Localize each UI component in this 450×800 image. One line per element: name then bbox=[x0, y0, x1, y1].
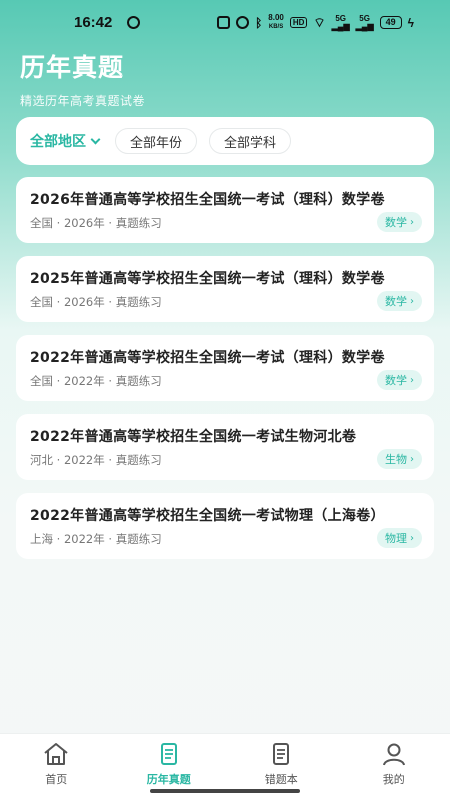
subject-tag-label: 数学 bbox=[385, 295, 407, 308]
paper-title: 2022年普通高等学校招生全国统一考试物理（上海卷） bbox=[30, 508, 385, 524]
filter-year[interactable]: 全部年份 bbox=[115, 128, 198, 154]
subject-tag[interactable]: 数学 › bbox=[377, 291, 422, 311]
paper-meta: 河北 · 2022年 · 真题练习 bbox=[30, 453, 162, 467]
paper-meta: 全国 · 2026年 · 真题练习 bbox=[30, 216, 162, 230]
paper-title: 2026年普通高等学校招生全国统一考试（理科）数学卷 bbox=[30, 192, 385, 208]
page-title: 历年真题 bbox=[20, 53, 125, 82]
bluetooth-icon: ᛒ bbox=[255, 15, 263, 30]
page-header: 历年真题 精选历年高考真题试卷 bbox=[20, 48, 145, 109]
signal-1-label: 5G bbox=[335, 13, 346, 23]
paper-list: 2026年普通高等学校招生全国统一考试（理科）数学卷 全国 · 2026年 · … bbox=[16, 177, 434, 572]
paper-title: 2025年普通高等学校招生全国统一考试（理科）数学卷 bbox=[30, 271, 385, 287]
hd-badge: HD bbox=[289, 17, 308, 28]
battery-level: 49 bbox=[385, 17, 396, 27]
paper-card[interactable]: 2022年普通高等学校招生全国统一考试物理（上海卷） 上海 · 2022年 · … bbox=[16, 493, 434, 559]
filter-bar: 全部地区 全部年份 全部学科 bbox=[16, 117, 434, 165]
subject-tag-label: 数学 bbox=[385, 374, 407, 387]
paper-title: 2022年普通高等学校招生全国统一考试（理科）数学卷 bbox=[30, 350, 385, 366]
notebook-icon bbox=[273, 743, 290, 765]
filter-year-label: 全部年份 bbox=[130, 135, 183, 151]
status-icons: ᛒ 8.00 KB/S HD ⌔ 5G ▂▄▆ 5G ▂▄▆ 49 ϟ bbox=[217, 14, 414, 31]
battery-icon: 49 bbox=[379, 16, 402, 29]
chevron-right-icon: › bbox=[410, 374, 414, 386]
tab-mine-label: 我的 bbox=[382, 773, 405, 786]
subject-tag[interactable]: 物理 › bbox=[377, 528, 422, 548]
paper-card[interactable]: 2025年普通高等学校招生全国统一考试（理科）数学卷 全国 · 2026年 · … bbox=[16, 256, 434, 322]
status-bar: 16:42 ᛒ 8.00 KB/S HD ⌔ 5G ▂▄▆ 5G ▂▄▆ 49 ϟ bbox=[0, 0, 450, 46]
home-indicator[interactable] bbox=[150, 789, 300, 793]
paper-list-icon bbox=[160, 743, 177, 765]
paper-card[interactable]: 2026年普通高等学校招生全国统一考试（理科）数学卷 全国 · 2026年 · … bbox=[16, 177, 434, 243]
chevron-right-icon: › bbox=[410, 453, 414, 465]
paper-meta: 全国 · 2022年 · 真题练习 bbox=[30, 374, 162, 388]
status-time: 16:42 bbox=[74, 14, 113, 31]
tab-home[interactable]: 首页 bbox=[0, 734, 113, 800]
chevron-right-icon: › bbox=[410, 532, 414, 544]
subject-tag-label: 物理 bbox=[385, 532, 407, 545]
alarm-icon bbox=[236, 16, 250, 29]
subject-tag-label: 数学 bbox=[385, 216, 407, 229]
subject-tag[interactable]: 生物 › bbox=[377, 449, 422, 469]
tab-mine[interactable]: 我的 bbox=[338, 734, 450, 800]
subject-tag-label: 生物 bbox=[385, 453, 407, 466]
tab-mistakes-label: 错题本 bbox=[264, 773, 298, 786]
tab-home-label: 首页 bbox=[45, 773, 68, 786]
paper-meta: 上海 · 2022年 · 真题练习 bbox=[30, 532, 162, 546]
network-speed-unit: KB/S bbox=[268, 24, 284, 30]
filter-subject[interactable]: 全部学科 bbox=[209, 128, 292, 154]
subject-tag[interactable]: 数学 › bbox=[377, 212, 422, 232]
tab-past-papers-label: 历年真题 bbox=[146, 773, 191, 786]
user-icon bbox=[382, 743, 405, 766]
paper-card[interactable]: 2022年普通高等学校招生全国统一考试（理科）数学卷 全国 · 2022年 · … bbox=[16, 335, 434, 401]
signal-2-label: 5G bbox=[359, 13, 370, 23]
network-speed: 8.00 KB/S bbox=[268, 14, 284, 31]
chevron-right-icon: › bbox=[410, 216, 414, 228]
home-icon bbox=[44, 743, 68, 765]
network-speed-value: 8.00 bbox=[268, 13, 284, 22]
filter-region-label: 全部地区 bbox=[30, 134, 86, 150]
filter-subject-label: 全部学科 bbox=[224, 135, 277, 151]
signal-2: 5G ▂▄▆ bbox=[355, 13, 374, 31]
page-subtitle: 精选历年高考真题试卷 bbox=[20, 94, 146, 108]
wifi-icon: ⌔ bbox=[313, 14, 326, 30]
chevron-down-icon bbox=[90, 134, 101, 144]
paper-card[interactable]: 2022年普通高等学校招生全国统一考试生物河北卷 河北 · 2022年 · 真题… bbox=[16, 414, 434, 480]
charging-icon: ϟ bbox=[407, 15, 414, 30]
signal-1: 5G ▂▄▆ bbox=[331, 13, 350, 31]
app-notification-icon bbox=[127, 16, 140, 29]
chevron-right-icon: › bbox=[410, 295, 414, 307]
nfc-icon bbox=[217, 16, 231, 29]
paper-title: 2022年普通高等学校招生全国统一考试生物河北卷 bbox=[30, 429, 357, 445]
filter-region[interactable]: 全部地区 bbox=[28, 128, 103, 154]
subject-tag[interactable]: 数学 › bbox=[377, 370, 422, 390]
paper-meta: 全国 · 2026年 · 真题练习 bbox=[30, 295, 162, 309]
